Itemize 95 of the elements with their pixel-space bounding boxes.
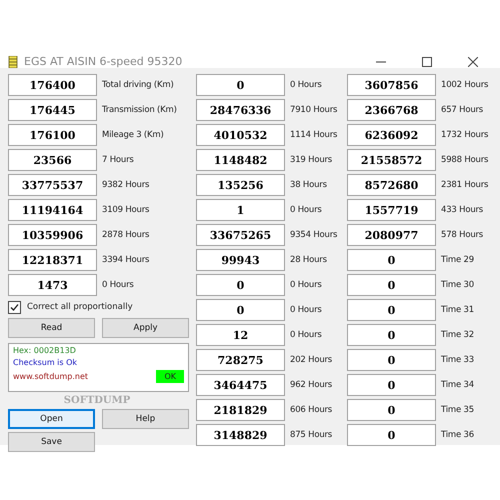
- app-icon: [8, 56, 18, 68]
- window-title: EGS AT AISIN 6-speed 95320: [24, 55, 182, 68]
- brand-label: SOFTDUMP: [64, 395, 130, 406]
- value-field[interactable]: 1148482: [196, 149, 285, 171]
- checkbox-label: Correct all proportionally: [27, 302, 133, 312]
- field-label: Time 33: [441, 355, 474, 365]
- value-field[interactable]: 4010532: [196, 124, 285, 146]
- value-field[interactable]: 0: [347, 324, 436, 346]
- field-label: 28 Hours: [290, 255, 327, 265]
- website-text: www.softdump.net: [13, 372, 88, 381]
- value-field[interactable]: 0: [347, 299, 436, 321]
- value-field[interactable]: 2366768: [347, 99, 436, 121]
- action-button[interactable]: Read: [8, 318, 95, 338]
- action-button[interactable]: Help: [102, 409, 189, 429]
- field-label: 962 Hours: [290, 380, 332, 390]
- field-label: 7910 Hours: [290, 105, 338, 115]
- field-label: 0 Hours: [102, 280, 134, 290]
- value-field[interactable]: 12: [196, 324, 285, 346]
- value-field[interactable]: 0: [347, 374, 436, 396]
- value-field[interactable]: 728275: [196, 349, 285, 371]
- value-field[interactable]: 0: [196, 74, 285, 96]
- field-label: 2381 Hours: [441, 180, 488, 190]
- value-field[interactable]: 0: [196, 299, 285, 321]
- value-field[interactable]: 3464475: [196, 374, 285, 396]
- value-field[interactable]: 176100: [8, 124, 97, 146]
- field-label: 1732 Hours: [441, 130, 488, 140]
- field-label: Time 30: [441, 280, 474, 290]
- value-field[interactable]: 0: [347, 349, 436, 371]
- field-label: Mileage 3 (Km): [102, 130, 164, 140]
- field-label: 319 Hours: [290, 155, 332, 165]
- value-field[interactable]: 0: [347, 249, 436, 271]
- field-label: 0 Hours: [290, 80, 322, 90]
- value-field[interactable]: 2080977: [347, 224, 436, 246]
- close-icon[interactable]: [468, 56, 478, 66]
- value-field[interactable]: 8572680: [347, 174, 436, 196]
- value-field[interactable]: 135256: [196, 174, 285, 196]
- field-label: Time 36: [441, 430, 474, 440]
- value-field[interactable]: 12218371: [8, 249, 97, 271]
- value-field[interactable]: 11194164: [8, 199, 97, 221]
- value-field[interactable]: 1: [196, 199, 285, 221]
- value-field[interactable]: 99943: [196, 249, 285, 271]
- field-label: 7 Hours: [102, 155, 134, 165]
- field-label: Time 32: [441, 330, 474, 340]
- field-label: 9354 Hours: [290, 230, 338, 240]
- field-label: 0 Hours: [290, 330, 322, 340]
- field-label: 606 Hours: [290, 405, 332, 415]
- value-field[interactable]: 2181829: [196, 399, 285, 421]
- action-button[interactable]: Open: [8, 409, 95, 429]
- field-label: 0 Hours: [290, 280, 322, 290]
- value-field[interactable]: 23566: [8, 149, 97, 171]
- action-button[interactable]: Save: [8, 432, 95, 452]
- field-label: 3394 Hours: [102, 255, 150, 265]
- value-field[interactable]: 21558572: [347, 149, 436, 171]
- field-label: 578 Hours: [441, 230, 484, 240]
- field-label: 202 Hours: [290, 355, 332, 365]
- maximize-icon[interactable]: [422, 56, 432, 66]
- field-label: Time 34: [441, 380, 474, 390]
- field-label: 657 Hours: [441, 105, 484, 115]
- value-field[interactable]: 33675265: [196, 224, 285, 246]
- value-field[interactable]: 3607856: [347, 74, 436, 96]
- checksum-text: Checksum is Ok: [13, 358, 78, 367]
- field-label: Time 29: [441, 255, 474, 265]
- value-field[interactable]: 1557719: [347, 199, 436, 221]
- value-field[interactable]: 33775537: [8, 174, 97, 196]
- field-label: 2878 Hours: [102, 230, 150, 240]
- field-label: 38 Hours: [290, 180, 327, 190]
- field-label: 0 Hours: [290, 205, 322, 215]
- value-field[interactable]: 28476336: [196, 99, 285, 121]
- value-field[interactable]: 176445: [8, 99, 97, 121]
- field-label: 1114 Hours: [290, 130, 338, 140]
- value-field[interactable]: 6236092: [347, 124, 436, 146]
- field-label: Time 31: [441, 305, 474, 315]
- field-label: 0 Hours: [290, 305, 322, 315]
- field-label: 875 Hours: [290, 430, 332, 440]
- value-field[interactable]: 10359906: [8, 224, 97, 246]
- value-field[interactable]: 176400: [8, 74, 97, 96]
- checkbox[interactable]: [8, 300, 21, 314]
- hex-text: Hex: 0002B13D: [13, 346, 77, 355]
- field-label: 3109 Hours: [102, 205, 150, 215]
- minimize-icon[interactable]: [376, 60, 386, 62]
- action-button[interactable]: Apply: [102, 318, 189, 338]
- field-label: 1002 Hours: [441, 80, 488, 90]
- value-field[interactable]: 3148829: [196, 424, 285, 446]
- field-label: Total driving (Km): [102, 80, 174, 90]
- field-label: 9382 Hours: [102, 180, 150, 190]
- value-field[interactable]: 0: [347, 424, 436, 446]
- field-label: Time 35: [441, 405, 474, 415]
- field-label: 5988 Hours: [441, 155, 488, 165]
- value-field[interactable]: 0: [196, 274, 285, 296]
- value-field[interactable]: 0: [347, 399, 436, 421]
- value-field[interactable]: 1473: [8, 274, 97, 296]
- ok-indicator: OK: [156, 370, 184, 383]
- value-field[interactable]: 0: [347, 274, 436, 296]
- field-label: 433 Hours: [441, 205, 484, 215]
- field-label: Transmission (Km): [102, 105, 177, 115]
